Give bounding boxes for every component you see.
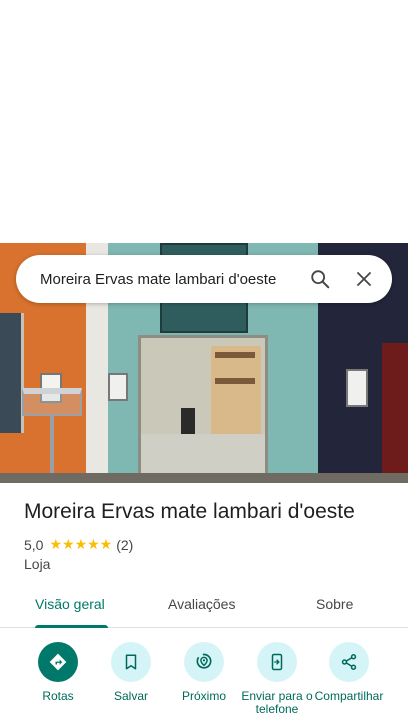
directions-label: Rotas (42, 689, 74, 703)
directions-button[interactable]: Rotas (18, 642, 98, 703)
review-count: (2) (116, 536, 134, 553)
nearby-icon (196, 653, 212, 669)
map-area-blank (0, 0, 408, 243)
tab-reviews[interactable]: Avaliações (168, 596, 235, 612)
bookmark-icon (125, 654, 137, 670)
search-input[interactable]: Moreira Ervas mate lambari d'oeste (40, 271, 300, 288)
close-button[interactable] (344, 259, 384, 299)
rating-row[interactable]: 5,0 ★★★★★ (2) (24, 536, 133, 553)
place-title: Moreira Ervas mate lambari d'oeste (24, 500, 355, 523)
search-button[interactable] (300, 259, 340, 299)
star-rating-icon: ★★★★★ (49, 536, 113, 552)
nearby-label: Próximo (181, 689, 226, 703)
search-bar[interactable]: Moreira Ervas mate lambari d'oeste (16, 255, 392, 303)
tab-about[interactable]: Sobre (316, 596, 353, 612)
place-category: Loja (24, 556, 51, 572)
share-button[interactable]: Compartilhar (309, 642, 389, 703)
share-icon (341, 654, 357, 670)
rating-value: 5,0 (24, 536, 44, 553)
share-label: Compartilhar (314, 689, 384, 703)
active-tab-indicator (35, 625, 108, 628)
save-button[interactable]: Salvar (91, 642, 171, 703)
tab-overview[interactable]: Visão geral (35, 596, 105, 612)
close-icon (357, 272, 371, 286)
save-label: Salvar (113, 689, 148, 703)
nearby-button[interactable]: Próximo (164, 642, 244, 703)
directions-icon (49, 653, 67, 671)
send-to-phone-label: Enviar para o telefone (241, 689, 313, 716)
send-to-phone-button[interactable]: Enviar para o telefone (237, 642, 317, 716)
search-icon (311, 270, 330, 289)
send-to-phone-icon (271, 653, 283, 671)
tab-bar: Visão geral Avaliações Sobre (0, 584, 408, 628)
